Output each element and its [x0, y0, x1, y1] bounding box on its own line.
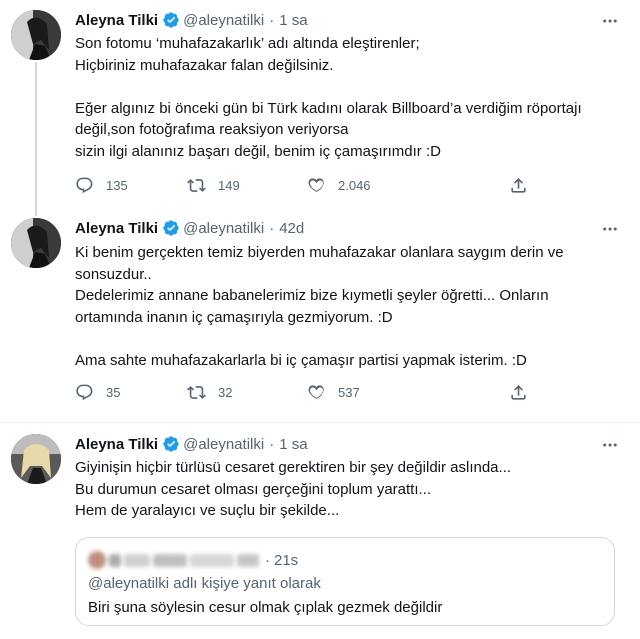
share-button[interactable]: [509, 379, 528, 405]
tweet-text-line: ortamında inanın iç çamaşırıyla gezmiyor…: [75, 308, 393, 326]
reply-count: 35: [106, 384, 121, 400]
more-options-icon[interactable]: [598, 433, 622, 457]
separator-dot: ·: [265, 551, 270, 569]
quoted-timestamp[interactable]: 21s: [274, 552, 298, 569]
share-icon: [509, 383, 528, 402]
like-button[interactable]: 537: [307, 379, 360, 405]
tweet-header: Aleyna Tilki @aleynatilki · 1 sa: [75, 433, 308, 455]
tweet[interactable]: Aleyna Tilki @aleynatilki · 1 sa Giyiniş…: [0, 422, 640, 639]
tweet[interactable]: Aleyna Tilki @aleynatilki · 42d Ki benim…: [0, 208, 640, 422]
avatar[interactable]: [11, 218, 61, 268]
tweet-text-line: [75, 76, 620, 98]
share-icon: [509, 176, 528, 195]
tweet-text-line: Hiçbiriniz muhafazakar falan değilsiniz.: [75, 56, 334, 74]
author-handle[interactable]: @aleynatilki: [183, 436, 264, 453]
author-handle[interactable]: @aleynatilki: [183, 220, 264, 237]
reply-icon: [75, 383, 94, 402]
tweet-text-line: Bu durumun cesaret olması gerçeğini topl…: [75, 480, 432, 498]
verified-badge-icon: [162, 11, 180, 29]
share-button[interactable]: [509, 172, 528, 198]
author-name[interactable]: Aleyna Tilki: [75, 12, 158, 29]
reply-count: 135: [106, 177, 128, 193]
like-button[interactable]: 2.046: [307, 172, 371, 198]
tweet-actions: 135 149 2.046: [75, 172, 545, 198]
tweet-text-line: Dedelerimiz annane babanelerimiz bize kı…: [75, 287, 549, 304]
author-handle[interactable]: @aleynatilki: [183, 12, 264, 29]
author-name[interactable]: Aleyna Tilki: [75, 436, 158, 453]
avatar[interactable]: [11, 434, 61, 484]
retweet-button[interactable]: 149: [187, 172, 240, 198]
tweet-text-line: değil,son fotoğrafıma reaksiyon veriyors…: [75, 121, 349, 138]
author-name[interactable]: Aleyna Tilki: [75, 220, 158, 237]
tweet-text: Son fotomu ‘muhafazakarlık’ adı altında …: [75, 33, 620, 162]
more-options-icon[interactable]: [598, 9, 622, 33]
like-count: 537: [338, 384, 360, 400]
timestamp[interactable]: 1 sa: [279, 436, 307, 453]
quoted-tweet-header: · 21s: [88, 550, 298, 570]
reply-context[interactable]: @aleynatilki adlı kişiye yanıt olarak: [88, 575, 321, 592]
tweet-text-line: Hem de yaralayıcı ve suçlu bir şekilde..…: [75, 502, 340, 519]
thread-connector: [35, 62, 37, 208]
heart-icon: [307, 176, 326, 195]
thread-connector: [35, 208, 37, 216]
retweet-icon: [187, 383, 206, 402]
tweet-text-line: Ama sahte muhafazakarlarla bi iç çamaşır…: [75, 351, 527, 369]
tweet-text-line: [75, 328, 620, 350]
more-options-icon[interactable]: [598, 217, 622, 241]
tweet-text-line: Eğer algınız bi önceki gün bi Türk kadın…: [75, 99, 582, 117]
retweet-count: 149: [218, 177, 240, 193]
blurred-user-identity: [88, 551, 259, 569]
retweet-count: 32: [218, 384, 233, 400]
separator-dot: ·: [269, 219, 275, 237]
reply-button[interactable]: 35: [75, 379, 120, 405]
retweet-button[interactable]: 32: [187, 379, 232, 405]
tweet-text-line: sizin ilgi alanınız başarı değil, benim …: [75, 142, 441, 160]
verified-badge-icon: [162, 219, 180, 237]
tweet-text-line: sonsuzdur..: [75, 265, 152, 283]
retweet-icon: [187, 176, 206, 195]
quoted-tweet-card[interactable]: · 21s @aleynatilki adlı kişiye yanıt ola…: [75, 537, 615, 626]
verified-badge-icon: [162, 435, 180, 453]
tweet-text: Giyinişin hiçbir türlüsü cesaret gerekti…: [75, 457, 620, 522]
separator-dot: ·: [269, 435, 275, 453]
quoted-tweet-text: Biri şuna söylesin cesur olmak çıplak ge…: [88, 599, 443, 616]
tweet-header: Aleyna Tilki @aleynatilki · 42d: [75, 217, 304, 239]
tweet-text: Ki benim gerçekten temiz biyerden muhafa…: [75, 242, 620, 371]
tweet-actions: 35 32 537: [75, 379, 545, 405]
reply-button[interactable]: 135: [75, 172, 128, 198]
separator-dot: ·: [269, 11, 275, 29]
tweet-header: Aleyna Tilki @aleynatilki · 1 sa: [75, 9, 308, 31]
reply-icon: [75, 176, 94, 195]
timestamp[interactable]: 42d: [279, 220, 304, 237]
tweet[interactable]: Aleyna Tilki @aleynatilki · 1 sa Son fot…: [0, 0, 640, 208]
timestamp[interactable]: 1 sa: [279, 12, 307, 29]
like-count: 2.046: [338, 177, 371, 193]
tweet-text-line: Ki benim gerçekten temiz biyerden muhafa…: [75, 244, 564, 261]
tweet-text-line: Giyinişin hiçbir türlüsü cesaret gerekti…: [75, 459, 512, 476]
avatar[interactable]: [11, 10, 61, 60]
heart-icon: [307, 383, 326, 402]
tweet-text-line: Son fotomu ‘muhafazakarlık’ adı altında …: [75, 35, 420, 52]
